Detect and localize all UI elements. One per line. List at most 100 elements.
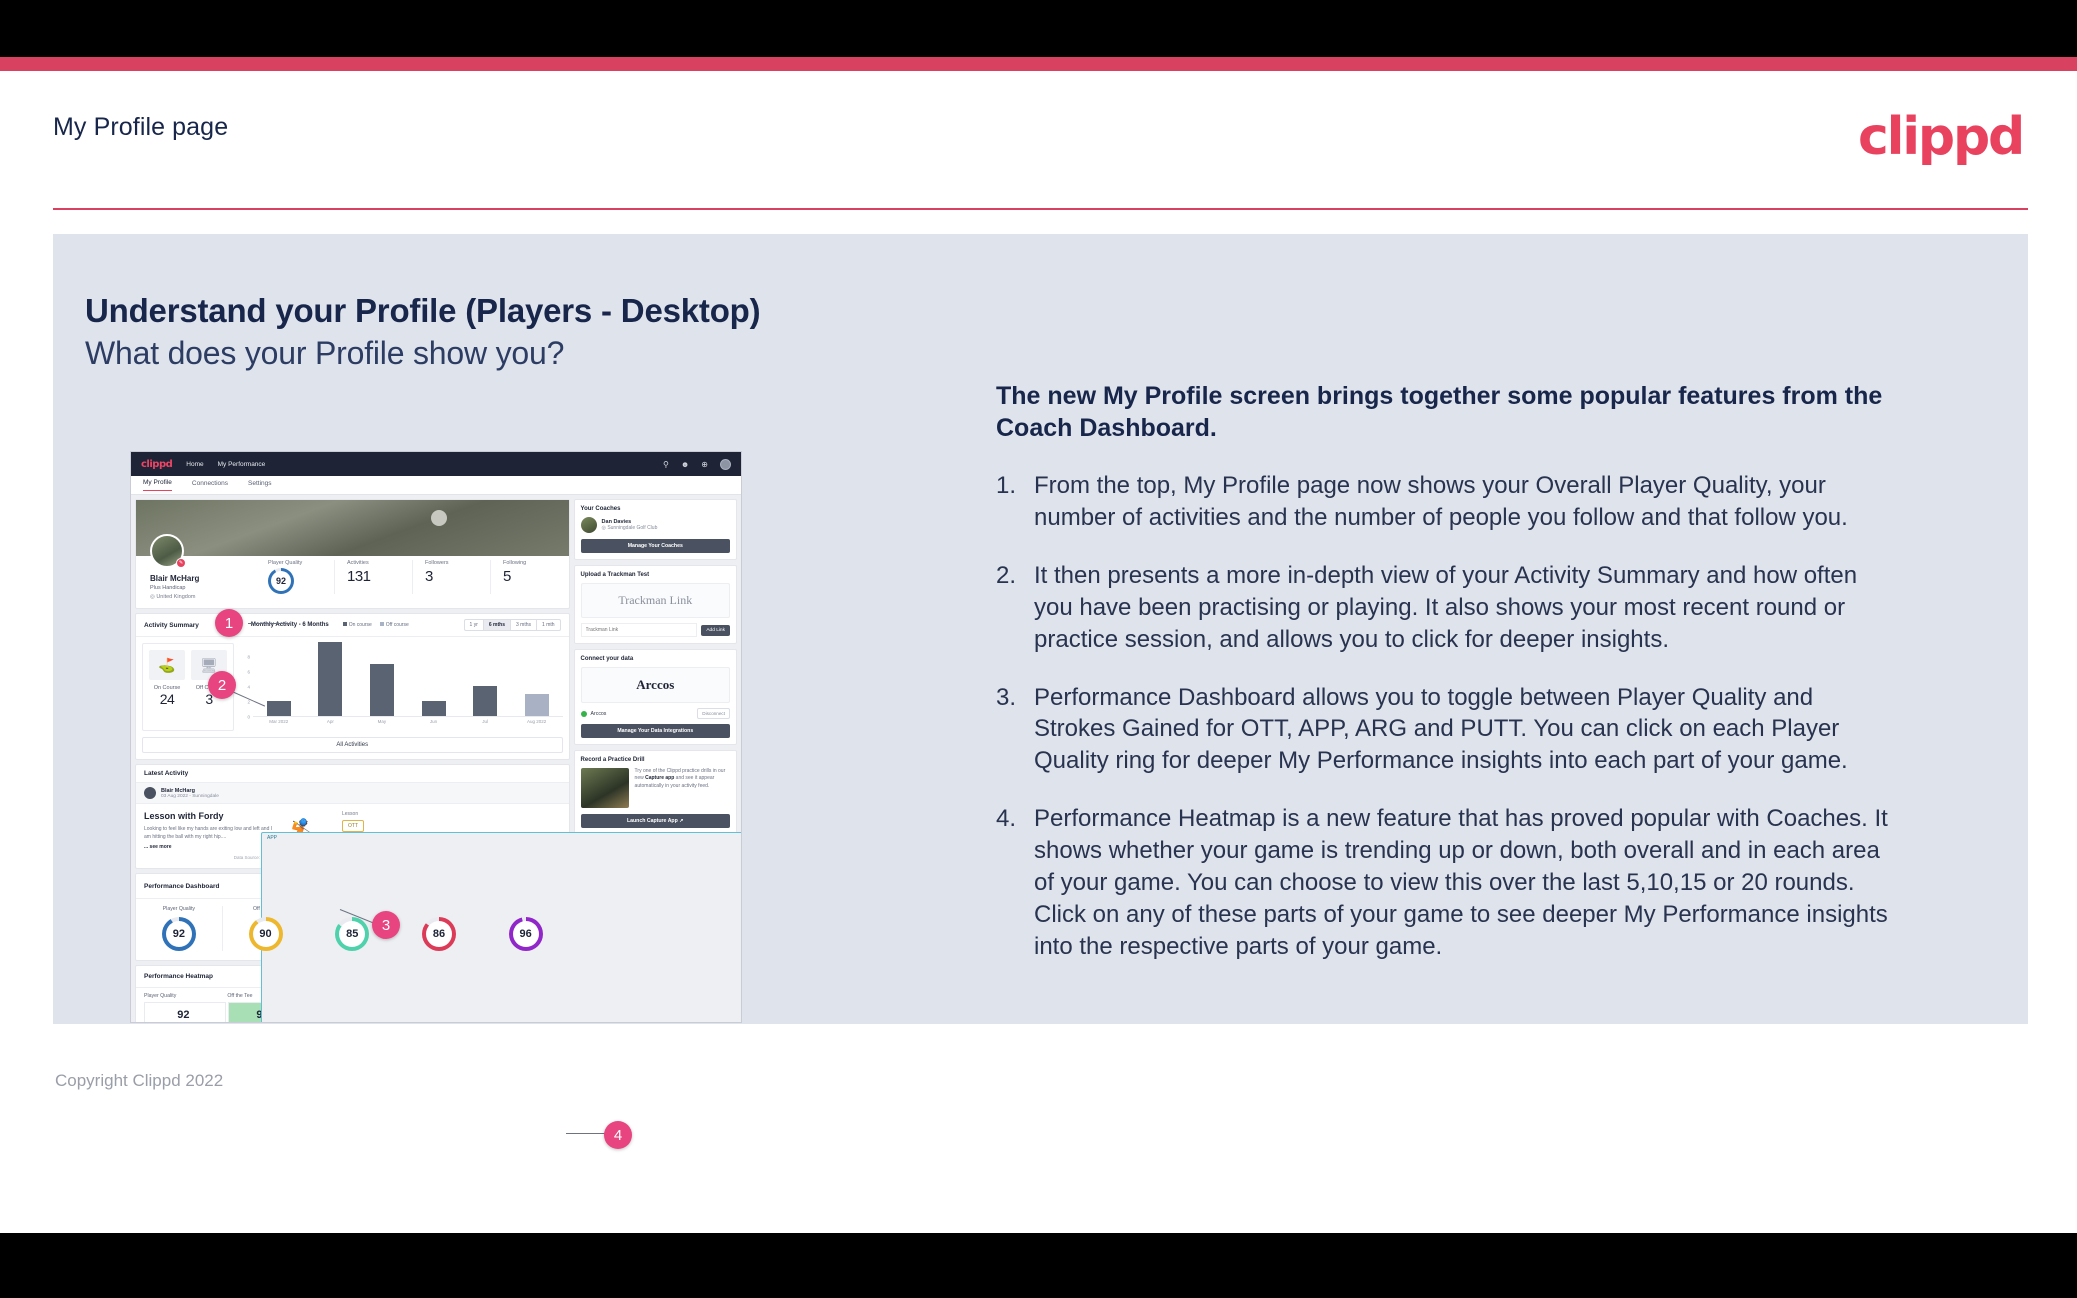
- chart-bar[interactable]: [524, 694, 549, 716]
- search-icon[interactable]: ⚲: [663, 460, 669, 469]
- latest-activity-body: Lesson with Fordy Looking to feel like m…: [136, 804, 741, 1022]
- callout-marker-1: 1: [215, 609, 243, 637]
- list-item-text: Performance Heatmap is a new feature tha…: [1034, 805, 1888, 960]
- avatar[interactable]: [144, 787, 156, 799]
- external-link-icon: ↗: [679, 818, 684, 824]
- app-body: ✎ Blair McHarg Plus Handicap ◎ United Ki…: [131, 495, 741, 1022]
- add-link-button[interactable]: Add Link: [701, 624, 730, 636]
- callout-marker-2: 2: [208, 671, 236, 699]
- latest-activity-card: Latest Activity Blair McHarg 03 Aug 2022…: [135, 764, 741, 1022]
- account-avatar[interactable]: [720, 458, 731, 470]
- your-coaches-title: Your Coaches: [580, 506, 621, 512]
- slide-subheading: What does your Profile show you?: [85, 335, 565, 371]
- explainer-list: 1. From the top, My Profile page now sho…: [996, 470, 1896, 963]
- app-logo[interactable]: clippd: [141, 459, 173, 470]
- golf-flag-icon: ⛳: [149, 650, 185, 680]
- around-the-green-ring[interactable]: 86: [421, 917, 456, 951]
- chart-legend: On course Off course: [342, 622, 409, 628]
- practice-drill-card: Record a Practice Drill Try one of the C…: [573, 750, 737, 835]
- trackman-title: Upload a Trackman Test: [580, 572, 650, 578]
- latest-activity-title: Latest Activity: [144, 770, 189, 777]
- stat-player-quality[interactable]: Player Quality 92: [256, 560, 334, 594]
- chart-bar[interactable]: [369, 664, 394, 716]
- chart-plot-area: [253, 642, 563, 717]
- tile-value: 24: [159, 691, 175, 707]
- status-connected-icon: [580, 710, 587, 717]
- launch-capture-label: Launch Capture App: [626, 818, 678, 824]
- arccos-source-name: Arccos: [590, 710, 607, 717]
- latest-activity-user-info: Blair McHarg 03 Aug 2022 - Sunningdale: [161, 788, 219, 799]
- range-3mths[interactable]: 3 mths: [510, 620, 536, 630]
- y-tick: 0: [247, 714, 250, 720]
- x-tick: Apr: [326, 719, 334, 724]
- profile-name: Blair McHarg: [150, 574, 200, 583]
- player-quality-ring[interactable]: 92: [161, 917, 196, 951]
- latest-activity-header: Latest Activity: [136, 765, 569, 783]
- people-icon[interactable]: ☻: [681, 460, 689, 469]
- page-header: My Profile page clippd: [53, 107, 2033, 213]
- profile-cover-image: [136, 500, 569, 556]
- manage-coaches-button[interactable]: Manage Your Coaches: [580, 539, 730, 553]
- ring-value: 92: [275, 576, 286, 586]
- player-quality-ring[interactable]: 92: [268, 568, 294, 594]
- disconnect-button[interactable]: Disconnect: [697, 708, 730, 719]
- practice-drill-promo: Try one of the Clippd practice drills in…: [580, 768, 730, 808]
- list-item-text: It then presents a more in-depth view of…: [1034, 561, 1858, 653]
- chart-bar[interactable]: [421, 701, 446, 716]
- range-1mth[interactable]: 1 mth: [536, 620, 560, 630]
- stat-followers: Followers 3: [412, 560, 490, 594]
- profile-card: ✎ Blair McHarg Plus Handicap ◎ United Ki…: [135, 499, 570, 609]
- add-circle-icon[interactable]: ⊕: [701, 460, 708, 469]
- explainer-lead: The new My Profile screen brings togethe…: [996, 382, 1883, 442]
- list-item: 4. Performance Heatmap is a new feature …: [996, 803, 1896, 963]
- coach-row[interactable]: Dan Davies ◎ Sunningdale Golf Club: [580, 517, 730, 533]
- stat-activities: Activities 131: [334, 560, 412, 594]
- tab-connections[interactable]: Connections: [192, 480, 228, 491]
- profile-location: ◎ United Kingdom: [150, 594, 196, 600]
- edit-avatar-icon[interactable]: ✎: [176, 558, 186, 568]
- nav-link-my-performance[interactable]: My Performance: [218, 461, 266, 468]
- tab-my-profile[interactable]: My Profile: [143, 479, 172, 491]
- tile-on-course: ⛳ On Course 24: [149, 650, 185, 724]
- coach-club-text: Sunningdale Golf Club: [607, 525, 658, 531]
- list-item-text: Performance Dashboard allows you to togg…: [1034, 683, 1848, 775]
- range-1yr[interactable]: 1 yr: [465, 620, 483, 630]
- performance-dashboard-title: Performance Dashboard: [144, 882, 220, 890]
- tab-settings[interactable]: Settings: [248, 480, 272, 491]
- page-title: My Profile page: [53, 113, 229, 141]
- off-the-tee-ring[interactable]: 90: [248, 917, 283, 951]
- profile-handicap: Plus Handicap: [150, 585, 186, 591]
- nav-link-home[interactable]: Home: [186, 461, 203, 468]
- see-more-link[interactable]: ... see more: [144, 844, 274, 850]
- list-item: 3. Performance Dashboard allows you to t…: [996, 682, 1896, 778]
- chip-app[interactable]: APP: [261, 832, 741, 1022]
- activity-data-source: Data Source: Clippd: [233, 855, 274, 860]
- launch-capture-app-button[interactable]: Launch Capture App ↗: [580, 814, 730, 828]
- letterbox-top: [0, 0, 2077, 57]
- chip-ott[interactable]: OTT: [342, 820, 364, 832]
- ring-value: 96: [519, 928, 532, 940]
- manage-integrations-button[interactable]: Manage Your Data Integrations: [580, 724, 730, 738]
- approach-ring[interactable]: 85: [335, 917, 370, 951]
- activity-summary-header: Activity Summary Monthly Activity - 6 Mo…: [136, 614, 569, 637]
- monthly-activity-chart: 0 2 4 6 8 Mar 2022 Apr May Jun Jul Aug 2…: [242, 642, 563, 731]
- heatmap-cell-player-quality[interactable]: 92: [144, 1002, 226, 1022]
- trackman-brand: Trackman Link: [580, 583, 730, 618]
- stat-label: Activities: [347, 560, 369, 566]
- activity-title[interactable]: Lesson with Fordy: [144, 811, 274, 821]
- stat-value: 131: [347, 568, 371, 585]
- chart-bar[interactable]: [318, 642, 343, 716]
- legend-label: Off course: [385, 622, 409, 628]
- header-divider: [53, 208, 2028, 210]
- chart-bar[interactable]: [473, 686, 498, 716]
- ring-cell-player-quality[interactable]: Player Quality 92: [136, 906, 222, 951]
- callout-marker-3: 3: [372, 911, 400, 939]
- putting-ring[interactable]: 96: [508, 917, 543, 951]
- performance-heatmap-title: Performance Heatmap: [144, 973, 213, 980]
- range-6mths[interactable]: 6 mths: [482, 620, 511, 630]
- chart-bar[interactable]: [266, 701, 291, 716]
- trackman-link-input[interactable]: [580, 623, 698, 637]
- all-activities-button[interactable]: All Activities: [142, 737, 563, 753]
- copyright-text: Copyright Clippd 2022: [55, 1071, 224, 1090]
- callout-marker-4: 4: [604, 1121, 632, 1149]
